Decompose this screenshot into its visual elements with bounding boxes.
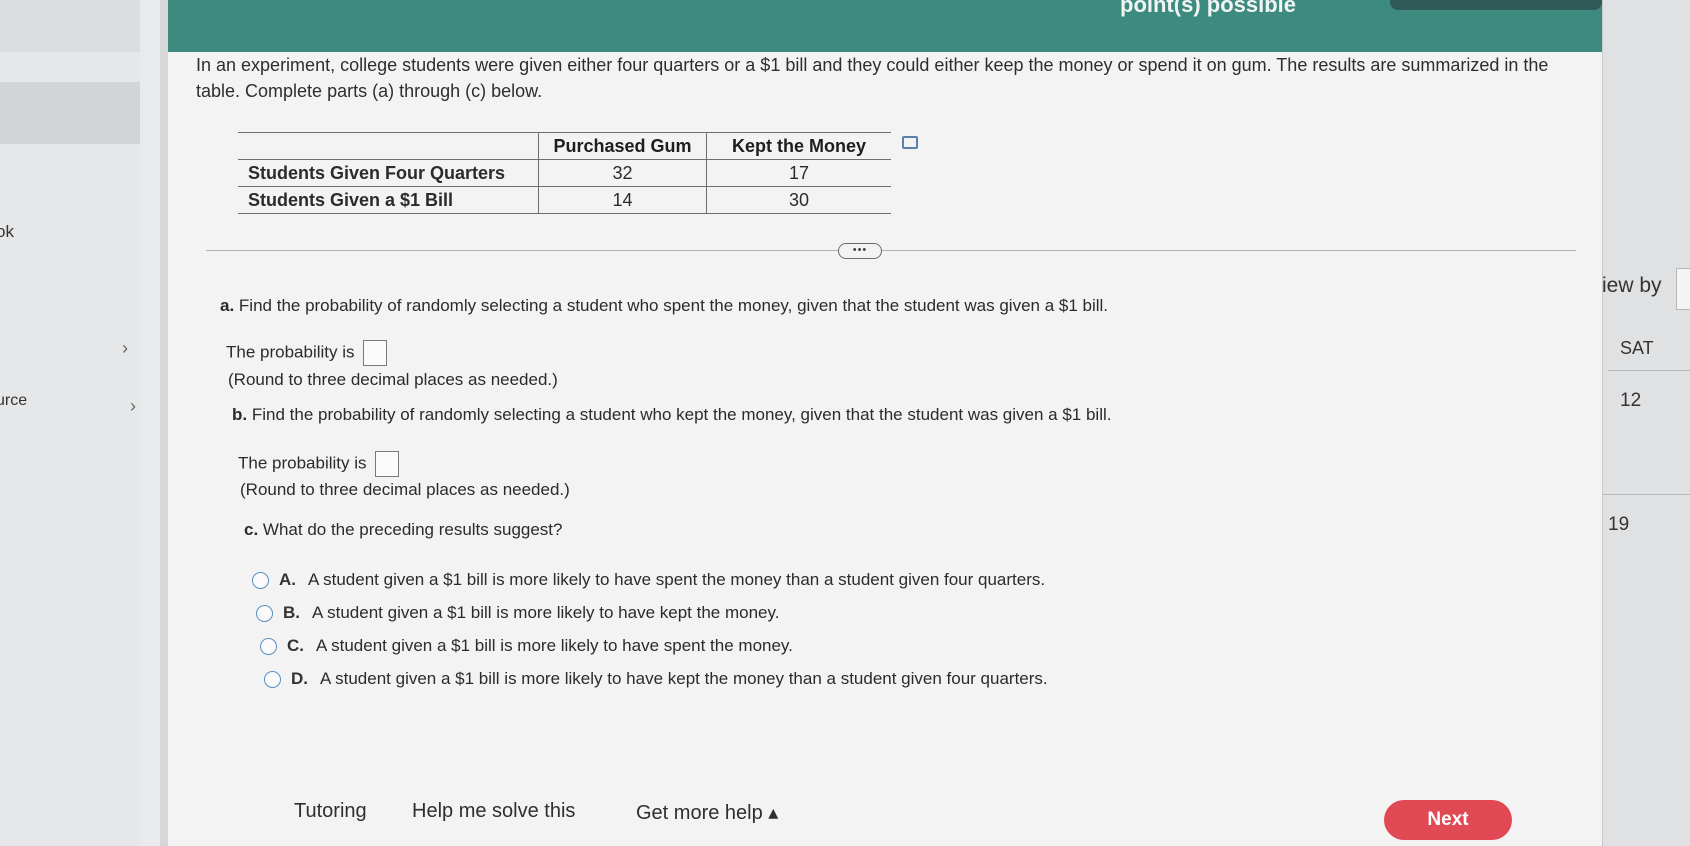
- copy-table-icon[interactable]: [902, 136, 918, 149]
- data-table: Purchased Gum Kept the Money Students Gi…: [238, 132, 891, 214]
- choice-letter: D.: [291, 669, 308, 688]
- sidebar-edge: [140, 0, 160, 846]
- part-a-question: a. Find the probability of randomly sele…: [220, 296, 1108, 316]
- part-b-hint: (Round to three decimal places as needed…: [240, 480, 570, 499]
- part-a-hint: (Round to three decimal places as needed…: [228, 370, 558, 389]
- radio-button[interactable]: [260, 637, 277, 655]
- choice-letter: C.: [287, 636, 304, 655]
- question-footer: Tutoring Help me solve this Get more hel…: [248, 780, 1528, 846]
- table-cell: 14: [538, 186, 707, 214]
- part-c-text: What do the preceding results suggest?: [262, 520, 563, 539]
- header-pill-button[interactable]: [1390, 0, 1602, 10]
- table-corner: [238, 132, 539, 160]
- next-button[interactable]: Next: [1384, 800, 1512, 840]
- view-by-label: iew by: [1602, 274, 1662, 297]
- divider: [1598, 494, 1690, 495]
- choice-text: A student given a $1 bill is more likely…: [312, 603, 780, 622]
- choice-letter: B.: [283, 603, 300, 622]
- table-header-row: Purchased Gum Kept the Money: [238, 132, 891, 160]
- question-header: point(s) possible: [168, 0, 1602, 52]
- sidebar-item-label[interactable]: ok: [0, 222, 14, 242]
- table-row: Students Given Four Quarters 32 17: [238, 159, 891, 187]
- help-me-solve-button[interactable]: Help me solve this: [412, 800, 575, 823]
- row-header: Students Given Four Quarters: [238, 159, 539, 187]
- table-cell: 17: [706, 159, 891, 187]
- question-card: point(s) possible In an experiment, coll…: [168, 0, 1603, 846]
- part-b-letter: b.: [232, 405, 248, 424]
- part-b-answer-input[interactable]: [375, 451, 400, 477]
- table-cell: 32: [538, 159, 707, 187]
- radio-button[interactable]: [264, 670, 281, 688]
- expand-more-button[interactable]: •••: [838, 243, 882, 259]
- tutoring-button[interactable]: Tutoring: [294, 800, 367, 823]
- choice-text: A student given a $1 bill is more likely…: [320, 669, 1048, 688]
- sat-label: SAT: [1620, 338, 1654, 358]
- row-header: Students Given a $1 Bill: [238, 186, 539, 214]
- section-divider: [206, 250, 1576, 251]
- part-a-text: Find the probability of randomly selecti…: [238, 296, 1109, 315]
- left-sidebar: ok › urce ›: [0, 0, 160, 846]
- chevron-right-icon[interactable]: ›: [122, 338, 128, 359]
- stat-value: 12: [1620, 390, 1642, 411]
- table-cell: 30: [706, 186, 891, 214]
- choice-text: A student given a $1 bill is more likely…: [316, 636, 793, 655]
- choice-a[interactable]: A. A student given a $1 bill is more lik…: [252, 570, 1045, 590]
- radio-button[interactable]: [256, 604, 273, 622]
- radio-button[interactable]: [252, 571, 269, 589]
- chevron-right-icon[interactable]: ›: [130, 396, 136, 417]
- part-b-text: Find the probability of randomly selecti…: [251, 405, 1112, 424]
- choice-b[interactable]: B. A student given a $1 bill is more lik…: [256, 603, 779, 623]
- part-a-answer-line: The probability is: [226, 340, 388, 366]
- part-b-question: b. Find the probability of randomly sele…: [232, 405, 1111, 425]
- choice-c[interactable]: C. A student given a $1 bill is more lik…: [260, 636, 793, 656]
- part-b-answer-line: The probability is: [238, 451, 400, 477]
- sidebar-highlight-item[interactable]: [0, 82, 140, 144]
- part-c-letter: c.: [244, 520, 259, 539]
- choice-d[interactable]: D. A student given a $1 bill is more lik…: [264, 669, 1048, 689]
- part-a-answer-input[interactable]: [363, 340, 388, 366]
- table-row: Students Given a $1 Bill 14 30: [238, 186, 891, 214]
- divider: [1608, 370, 1690, 371]
- sidebar-top-band: [0, 0, 140, 52]
- stat-value: 19: [1608, 514, 1630, 535]
- question-intro: In an experiment, college students were …: [196, 55, 1549, 101]
- choice-letter: A.: [279, 570, 296, 589]
- sidebar-item-label[interactable]: urce: [0, 392, 27, 410]
- get-more-help-button[interactable]: Get more help ▴: [636, 800, 778, 825]
- part-c-question: c. What do the preceding results suggest…: [244, 520, 563, 540]
- part-b-prompt: The probability is: [238, 453, 367, 473]
- column-header: Kept the Money: [706, 132, 891, 160]
- choice-text: A student given a $1 bill is more likely…: [308, 570, 1046, 589]
- part-a-letter: a.: [220, 296, 235, 315]
- view-by-select[interactable]: [1676, 268, 1690, 310]
- points-possible: point(s) possible: [1120, 0, 1296, 17]
- column-header: Purchased Gum: [538, 132, 707, 160]
- part-a-prompt: The probability is: [226, 342, 355, 362]
